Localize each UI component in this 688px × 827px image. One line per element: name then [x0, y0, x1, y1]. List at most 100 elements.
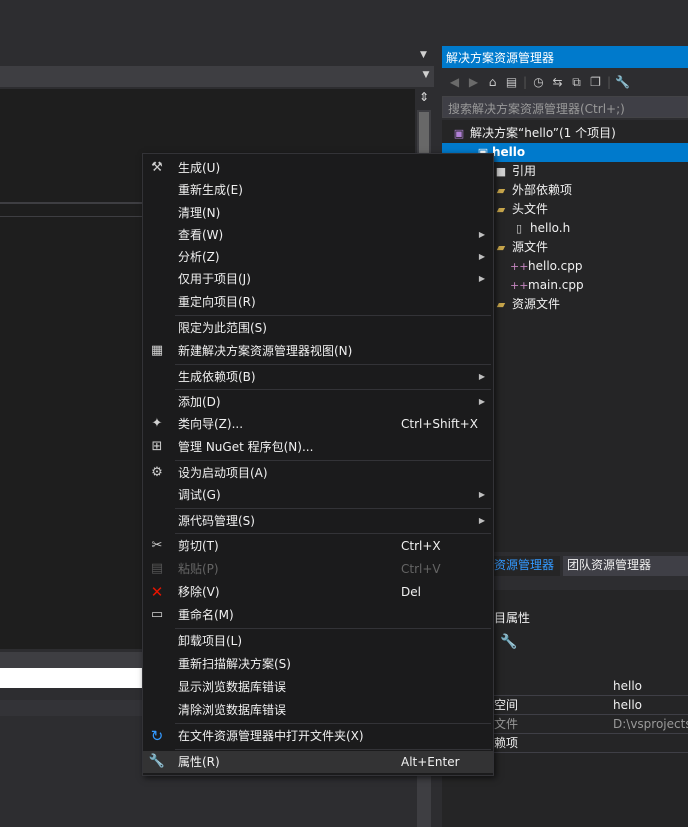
property-row[interactable]: 空间 hello [494, 696, 688, 715]
rename-icon: ▭ [150, 607, 164, 622]
bottom-panel-tab[interactable] [0, 652, 144, 668]
menu-item-source-control[interactable]: 源代码管理(S) ▶ [143, 510, 493, 532]
menu-item-rename[interactable]: ▭ 重命名(M) [143, 604, 493, 626]
menu-item-set-startup[interactable]: ⚙ 设为启动项目(A) [143, 462, 493, 484]
menu-item-shortcut: Del [401, 585, 421, 599]
submenu-arrow-icon: ▶ [478, 372, 485, 381]
menu-item-class-wizard[interactable]: ✦ 类向导(Z)... Ctrl+Shift+X [143, 413, 493, 435]
solution-explorer-search-input[interactable]: 搜索解决方案资源管理器(Ctrl+;) [442, 96, 688, 118]
menu-item-build[interactable]: ⚒ 生成(U) [143, 157, 493, 179]
history-icon[interactable]: ◷ [530, 75, 547, 89]
property-row[interactable]: hello [494, 677, 688, 696]
property-row[interactable]: 文件 D:\vsprojects [494, 715, 688, 734]
tree-item-main-cpp[interactable]: ++main.cpp [510, 276, 584, 295]
menu-separator [175, 533, 491, 534]
menu-item-rescan-solution[interactable]: 重新扫描解决方案(S) [143, 653, 493, 675]
menu-item-retarget[interactable]: 重定向项目(R) [143, 291, 493, 313]
wrench-icon[interactable]: 🔧 [500, 634, 518, 652]
cpp-file-icon: ++ [510, 260, 529, 273]
menu-item-clear-browse-db-errors[interactable]: 清除浏览数据库错误 [143, 699, 493, 721]
tree-item-label: 源文件 [512, 240, 549, 254]
menu-item-label: 源代码管理(S) [178, 514, 255, 528]
properties-wrench-icon[interactable]: 🔧 [614, 75, 631, 89]
menu-item-label: 粘贴(P) [178, 562, 219, 576]
menu-item-shortcut: Ctrl+X [401, 539, 441, 553]
menu-item-unload-project[interactable]: 卸载项目(L) [143, 630, 493, 652]
menu-item-show-browse-db-errors[interactable]: 显示浏览数据库错误 [143, 676, 493, 698]
property-value: hello [613, 679, 642, 693]
menu-item-label: 查看(W) [178, 228, 224, 242]
menu-item-label: 生成(U) [178, 161, 221, 175]
menu-separator [175, 364, 491, 365]
nuget-icon: ⊞ [151, 439, 163, 454]
header-file-icon: ▯ [515, 222, 523, 235]
switch-views-icon[interactable]: ▤ [503, 75, 520, 89]
tab-solution-explorer[interactable]: 资源管理器 [494, 556, 560, 576]
collapse-all-icon[interactable]: ⧉ [568, 75, 585, 90]
menu-item-label: 重命名(M) [178, 608, 234, 622]
toolbar-separator: | [522, 75, 528, 89]
menu-item-project-only[interactable]: 仅用于项目(J) ▶ [143, 268, 493, 290]
menu-item-cut[interactable]: ✂ 剪切(T) Ctrl+X [143, 535, 493, 557]
property-key: 空间 [494, 698, 519, 712]
property-key: 文件 [494, 717, 519, 731]
tree-item-hello-h[interactable]: ▯ hello.h [512, 219, 570, 238]
tree-item-hello-cpp[interactable]: ++hello.cpp [510, 257, 582, 276]
menu-item-build-dependencies[interactable]: 生成依赖项(B) ▶ [143, 366, 493, 388]
window-dropdown-icon[interactable]: ▼ [420, 50, 434, 64]
folder-icon: ▰ [496, 298, 506, 311]
menu-item-label: 分析(Z) [178, 250, 220, 264]
tree-item-resource-files[interactable]: ▰ 资源文件 [494, 295, 560, 314]
menu-item-open-in-explorer[interactable]: ↻ 在文件资源管理器中打开文件夹(X) [143, 725, 493, 747]
sync-icon[interactable]: ⇆ [549, 75, 566, 89]
tree-item-solution[interactable]: ▣ 解决方案“hello”(1 个项目) [452, 124, 616, 143]
back-icon[interactable]: ◀ [446, 75, 463, 89]
property-row[interactable]: 赖项 [494, 734, 688, 753]
bottom-panel-input[interactable] [0, 668, 144, 688]
tab-team-explorer[interactable]: 团队资源管理器 [563, 556, 688, 576]
menu-item-debug[interactable]: 调试(G) ▶ [143, 484, 493, 506]
show-all-files-icon[interactable]: ❐ [587, 75, 604, 89]
tree-item-label: main.cpp [528, 278, 584, 292]
tree-item-source-files[interactable]: ▰ 源文件 [494, 238, 548, 257]
menu-item-label: 显示浏览数据库错误 [178, 680, 287, 694]
property-value: hello [613, 698, 642, 712]
menu-item-shortcut: Ctrl+Shift+X [401, 417, 478, 431]
chevron-down-icon[interactable]: ▼ [420, 70, 432, 82]
refresh-arrow-icon: ↻ [150, 727, 164, 745]
split-view-icon[interactable]: ⇕ [417, 90, 431, 106]
forward-icon[interactable]: ▶ [465, 75, 482, 89]
toolbar-separator: | [606, 75, 612, 89]
references-icon: ■ [495, 165, 507, 178]
tree-item-label: 引用 [512, 164, 537, 178]
submenu-arrow-icon: ▶ [478, 274, 485, 283]
menu-item-label: 新建解决方案资源管理器视图(N) [178, 344, 353, 358]
menu-item-view[interactable]: 查看(W) ▶ [143, 224, 493, 246]
menu-item-scope-to-this[interactable]: 限定为此范围(S) [143, 317, 493, 339]
menu-item-clean[interactable]: 清理(N) [143, 202, 493, 224]
menu-separator [175, 628, 491, 629]
menu-item-remove[interactable]: ✕ 移除(V) Del [143, 581, 493, 603]
menu-item-add[interactable]: 添加(D) ▶ [143, 391, 493, 413]
solution-icon: ▣ [453, 127, 465, 140]
menu-item-label: 类向导(Z)... [178, 417, 244, 431]
paste-icon: ▤ [150, 561, 164, 576]
menu-item-analyze[interactable]: 分析(Z) ▶ [143, 246, 493, 268]
submenu-arrow-icon: ▶ [478, 252, 485, 261]
menu-item-new-view[interactable]: ▦ 新建解决方案资源管理器视图(N) [143, 340, 493, 362]
editor-tab-strip [0, 66, 434, 88]
menu-item-rebuild[interactable]: 重新生成(E) [143, 179, 493, 201]
tree-item-external-deps[interactable]: ▰ 外部依赖项 [494, 181, 572, 200]
tree-item-header-files[interactable]: ▰ 头文件 [494, 200, 548, 219]
menu-item-manage-nuget[interactable]: ⊞ 管理 NuGet 程序包(N)... [143, 436, 493, 458]
menu-item-label: 仅用于项目(J) [178, 272, 251, 286]
menu-item-label: 限定为此范围(S) [178, 321, 267, 335]
menu-item-properties[interactable]: 🔧 属性(R) Alt+Enter [143, 751, 493, 773]
tree-item-label: hello.h [530, 221, 571, 235]
solution-explorer-title[interactable]: 解决方案资源管理器 [442, 46, 688, 68]
tree-item-references[interactable]: ■ 引用 [494, 162, 536, 181]
home-icon[interactable]: ⌂ [484, 75, 501, 89]
menu-item-label: 卸载项目(L) [178, 634, 243, 648]
new-view-icon: ▦ [150, 343, 164, 358]
menu-item-label: 生成依赖项(B) [178, 370, 256, 384]
